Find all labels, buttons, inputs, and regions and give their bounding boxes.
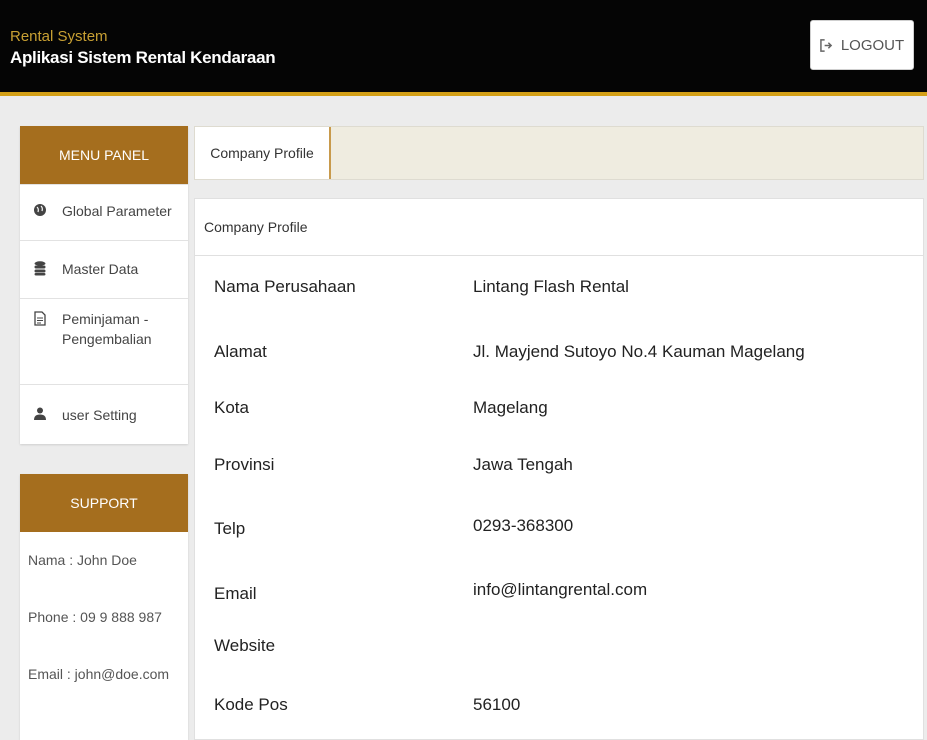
support-phone: Phone : 09 9 888 987 [28,609,162,625]
globe-icon [32,203,48,217]
sidebar-item-master-data[interactable]: Master Data [20,240,188,298]
row-value: Magelang [473,398,548,417]
row-label: Nama Perusahaan [214,277,356,296]
tab-bar: Company Profile [194,126,924,180]
sidebar-item-label: Peminjaman - Pengembalian [62,311,152,347]
profile-row-email: Email info@lintangrental.com [195,580,923,644]
sidebar-item-label: Global Parameter [62,203,172,219]
sidebar-item-label: user Setting [62,407,137,423]
row-label: Alamat [214,342,267,361]
support-panel: SUPPORT Nama : John Doe Phone : 09 9 888… [20,474,188,740]
profile-row-alamat: Alamat Jl. Mayjend Sutoyo No.4 Kauman Ma… [195,342,923,402]
profile-row-website: Website [195,636,923,696]
row-value: info@lintangrental.com [473,580,648,599]
profile-row-kode-pos: Kode Pos 56100 [195,695,923,740]
logout-button[interactable]: LOGOUT [810,20,914,70]
row-value: Jawa Tengah [473,455,573,474]
row-value: 56100 [473,695,521,714]
row-label: Kode Pos [214,695,288,714]
app-title: Aplikasi Sistem Rental Kendaraan [10,48,276,67]
row-label: Website [214,636,276,655]
menu-panel: MENU PANEL Global Parameter Master Data … [20,126,188,444]
company-profile-card: Company Profile Nama Perusahaan Lintang … [194,198,924,740]
sign-out-icon [820,38,833,52]
profile-row-kota: Kota Magelang [195,398,923,458]
support-name: Nama : John Doe [28,552,137,568]
row-label: Kota [214,398,249,417]
database-icon [32,261,48,276]
brand-subtitle: Rental System [10,28,108,45]
row-label: Email [214,584,257,603]
menu-panel-title: MENU PANEL [20,126,188,184]
sidebar-item-label: Master Data [62,261,139,277]
card-title: Company Profile [195,199,923,256]
users-icon [32,407,48,421]
file-icon [32,309,48,326]
profile-row-nama-perusahaan: Nama Perusahaan Lintang Flash Rental [195,277,923,337]
support-email: Email : john@doe.com [28,666,170,682]
row-value: Lintang Flash Rental [473,277,629,296]
profile-row-provinsi: Provinsi Jawa Tengah [195,455,923,515]
top-bar: Rental System Aplikasi Sistem Rental Ken… [0,0,927,96]
logout-label: LOGOUT [840,36,905,54]
row-label: Provinsi [214,455,275,474]
profile-row-telp: Telp 0293-368300 [195,516,923,579]
tab-company-profile[interactable]: Company Profile [195,127,331,179]
row-label: Telp [214,519,246,538]
row-value: 0293-368300 [473,516,574,535]
row-value: Jl. Mayjend Sutoyo No.4 Kauman Magelang [473,342,805,361]
support-panel-title: SUPPORT [20,474,188,532]
sidebar-item-user-setting[interactable]: user Setting [20,384,188,444]
sidebar-item-global-parameter[interactable]: Global Parameter [20,184,188,240]
sidebar-item-peminjaman-pengembalian[interactable]: Peminjaman - Pengembalian [20,298,188,384]
